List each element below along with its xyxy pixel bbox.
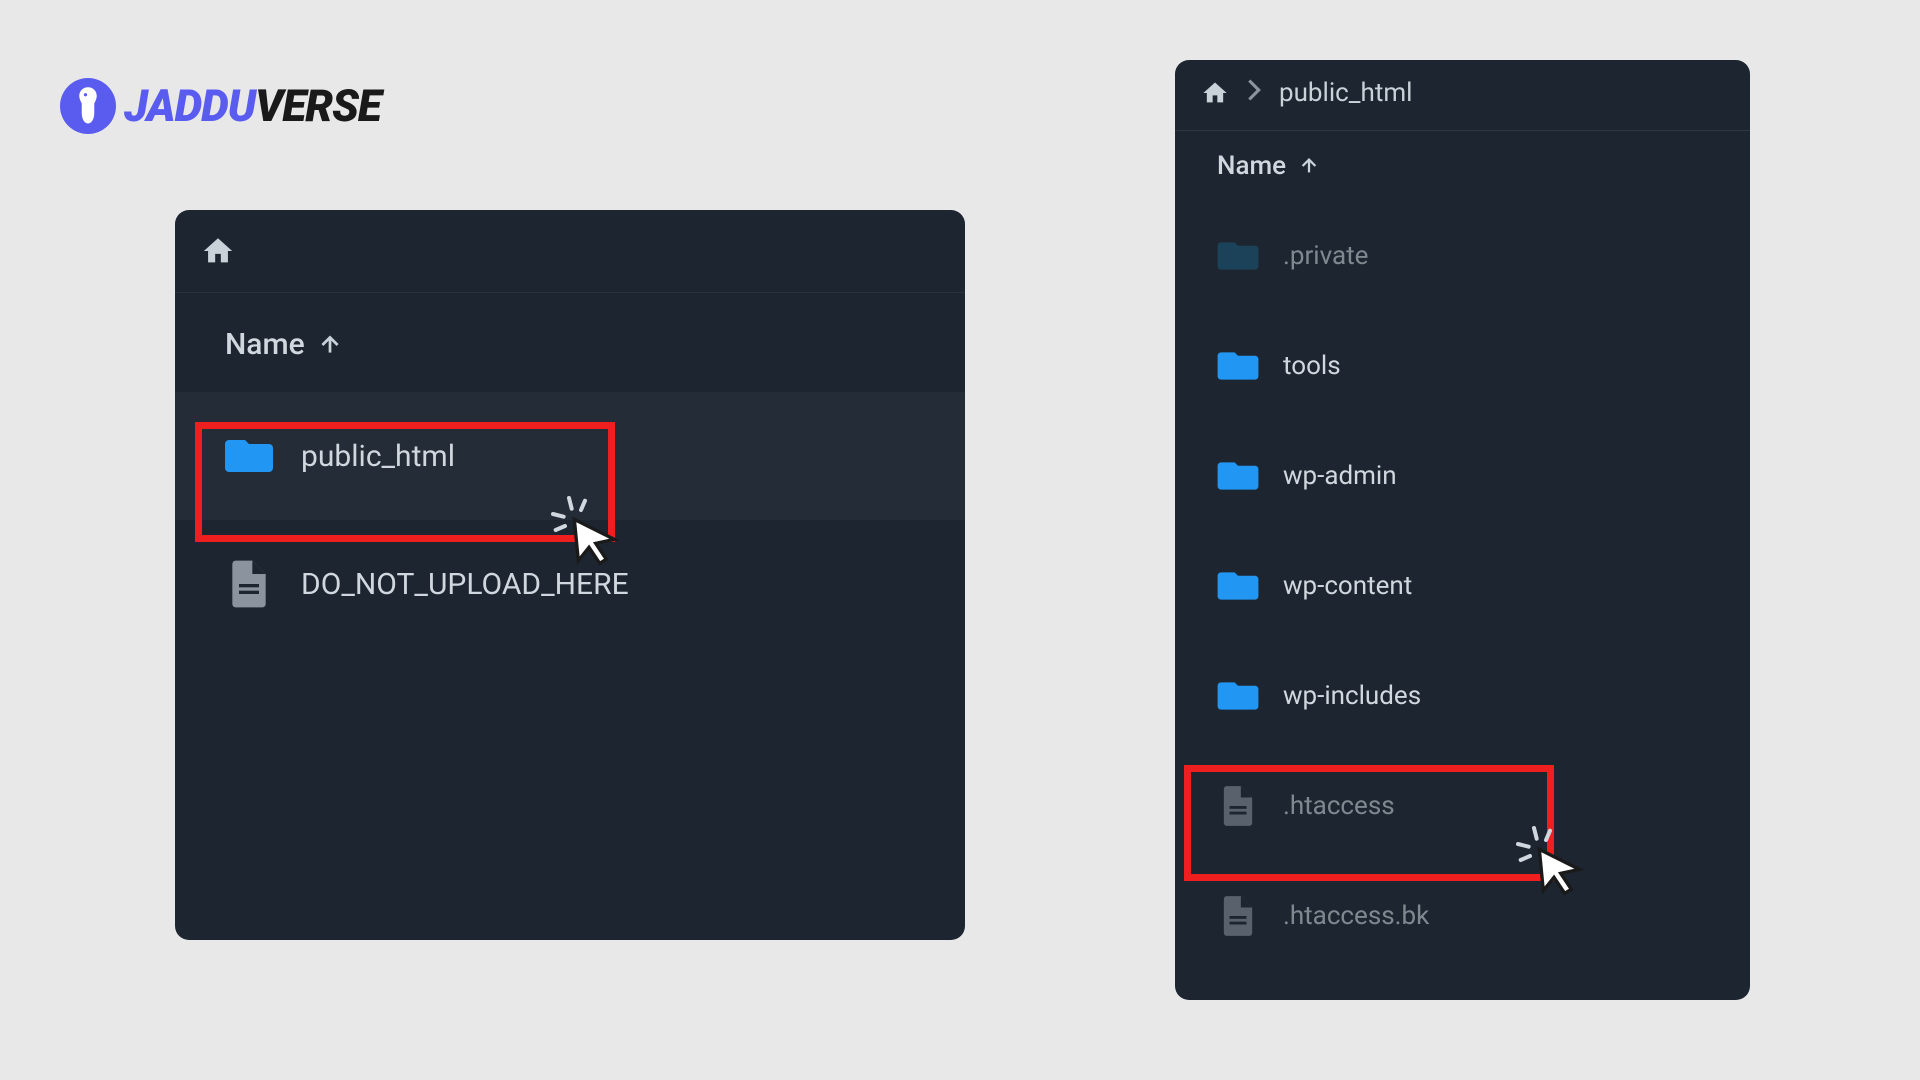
file-row-label: wp-admin [1283,461,1397,491]
file-manager-folder-panel: public_html Name .private tools wp-admin [1175,60,1750,1000]
file-list: .private tools wp-admin wp-content wp-in… [1175,201,1750,971]
file-icon [1217,895,1259,937]
folder-icon [1217,565,1259,607]
folder-icon [1217,675,1259,717]
file-row-label: DO_NOT_UPLOAD_HERE [301,567,629,602]
column-header-label: Name [225,327,305,362]
file-row-do-not-upload[interactable]: DO_NOT_UPLOAD_HERE [175,520,965,648]
column-header-name[interactable]: Name [175,297,965,392]
file-icon [225,560,273,608]
folder-icon [1217,345,1259,387]
file-row-label: public_html [301,439,455,474]
breadcrumb-current[interactable]: public_html [1279,78,1412,108]
breadcrumb-bar [175,210,965,293]
logo-text-part2: VERSE [255,80,381,132]
folder-icon [1217,455,1259,497]
file-row-htaccess-bk[interactable]: .htaccess.bk [1175,861,1750,971]
file-row-label: .htaccess [1283,791,1395,821]
file-manager-root-panel: Name public_html DO_NOT_UPLOAD_HERE [175,210,965,940]
folder-row-wp-includes[interactable]: wp-includes [1175,641,1750,751]
logo-text: JADDUVERSE [124,80,381,132]
home-icon[interactable] [201,234,235,268]
file-list: public_html DO_NOT_UPLOAD_HERE [175,392,965,648]
column-header-name[interactable]: Name [1175,131,1750,201]
folder-row-wp-admin[interactable]: wp-admin [1175,421,1750,531]
column-header-label: Name [1217,151,1286,181]
logo-text-part1: JADDU [124,80,255,132]
home-icon[interactable] [1201,79,1229,107]
file-row-label: .htaccess.bk [1283,901,1429,931]
file-row-label: wp-content [1283,571,1412,601]
sort-arrow-up-icon [1298,155,1320,177]
breadcrumb-bar: public_html [1175,60,1750,131]
file-row-label: tools [1283,351,1341,381]
folder-row-tools[interactable]: tools [1175,311,1750,421]
sort-arrow-up-icon [317,332,343,358]
folder-row-private[interactable]: .private [1175,201,1750,311]
file-icon [1217,785,1259,827]
file-row-htaccess[interactable]: .htaccess [1175,751,1750,861]
folder-icon [1217,235,1259,277]
folder-row-wp-content[interactable]: wp-content [1175,531,1750,641]
file-row-label: wp-includes [1283,681,1421,711]
file-row-label: .private [1283,241,1368,271]
folder-row-public-html[interactable]: public_html [175,392,965,520]
chevron-right-icon [1247,79,1261,107]
logo-badge-icon [60,78,116,134]
brand-logo: JADDUVERSE [60,78,381,134]
folder-icon [225,432,273,480]
